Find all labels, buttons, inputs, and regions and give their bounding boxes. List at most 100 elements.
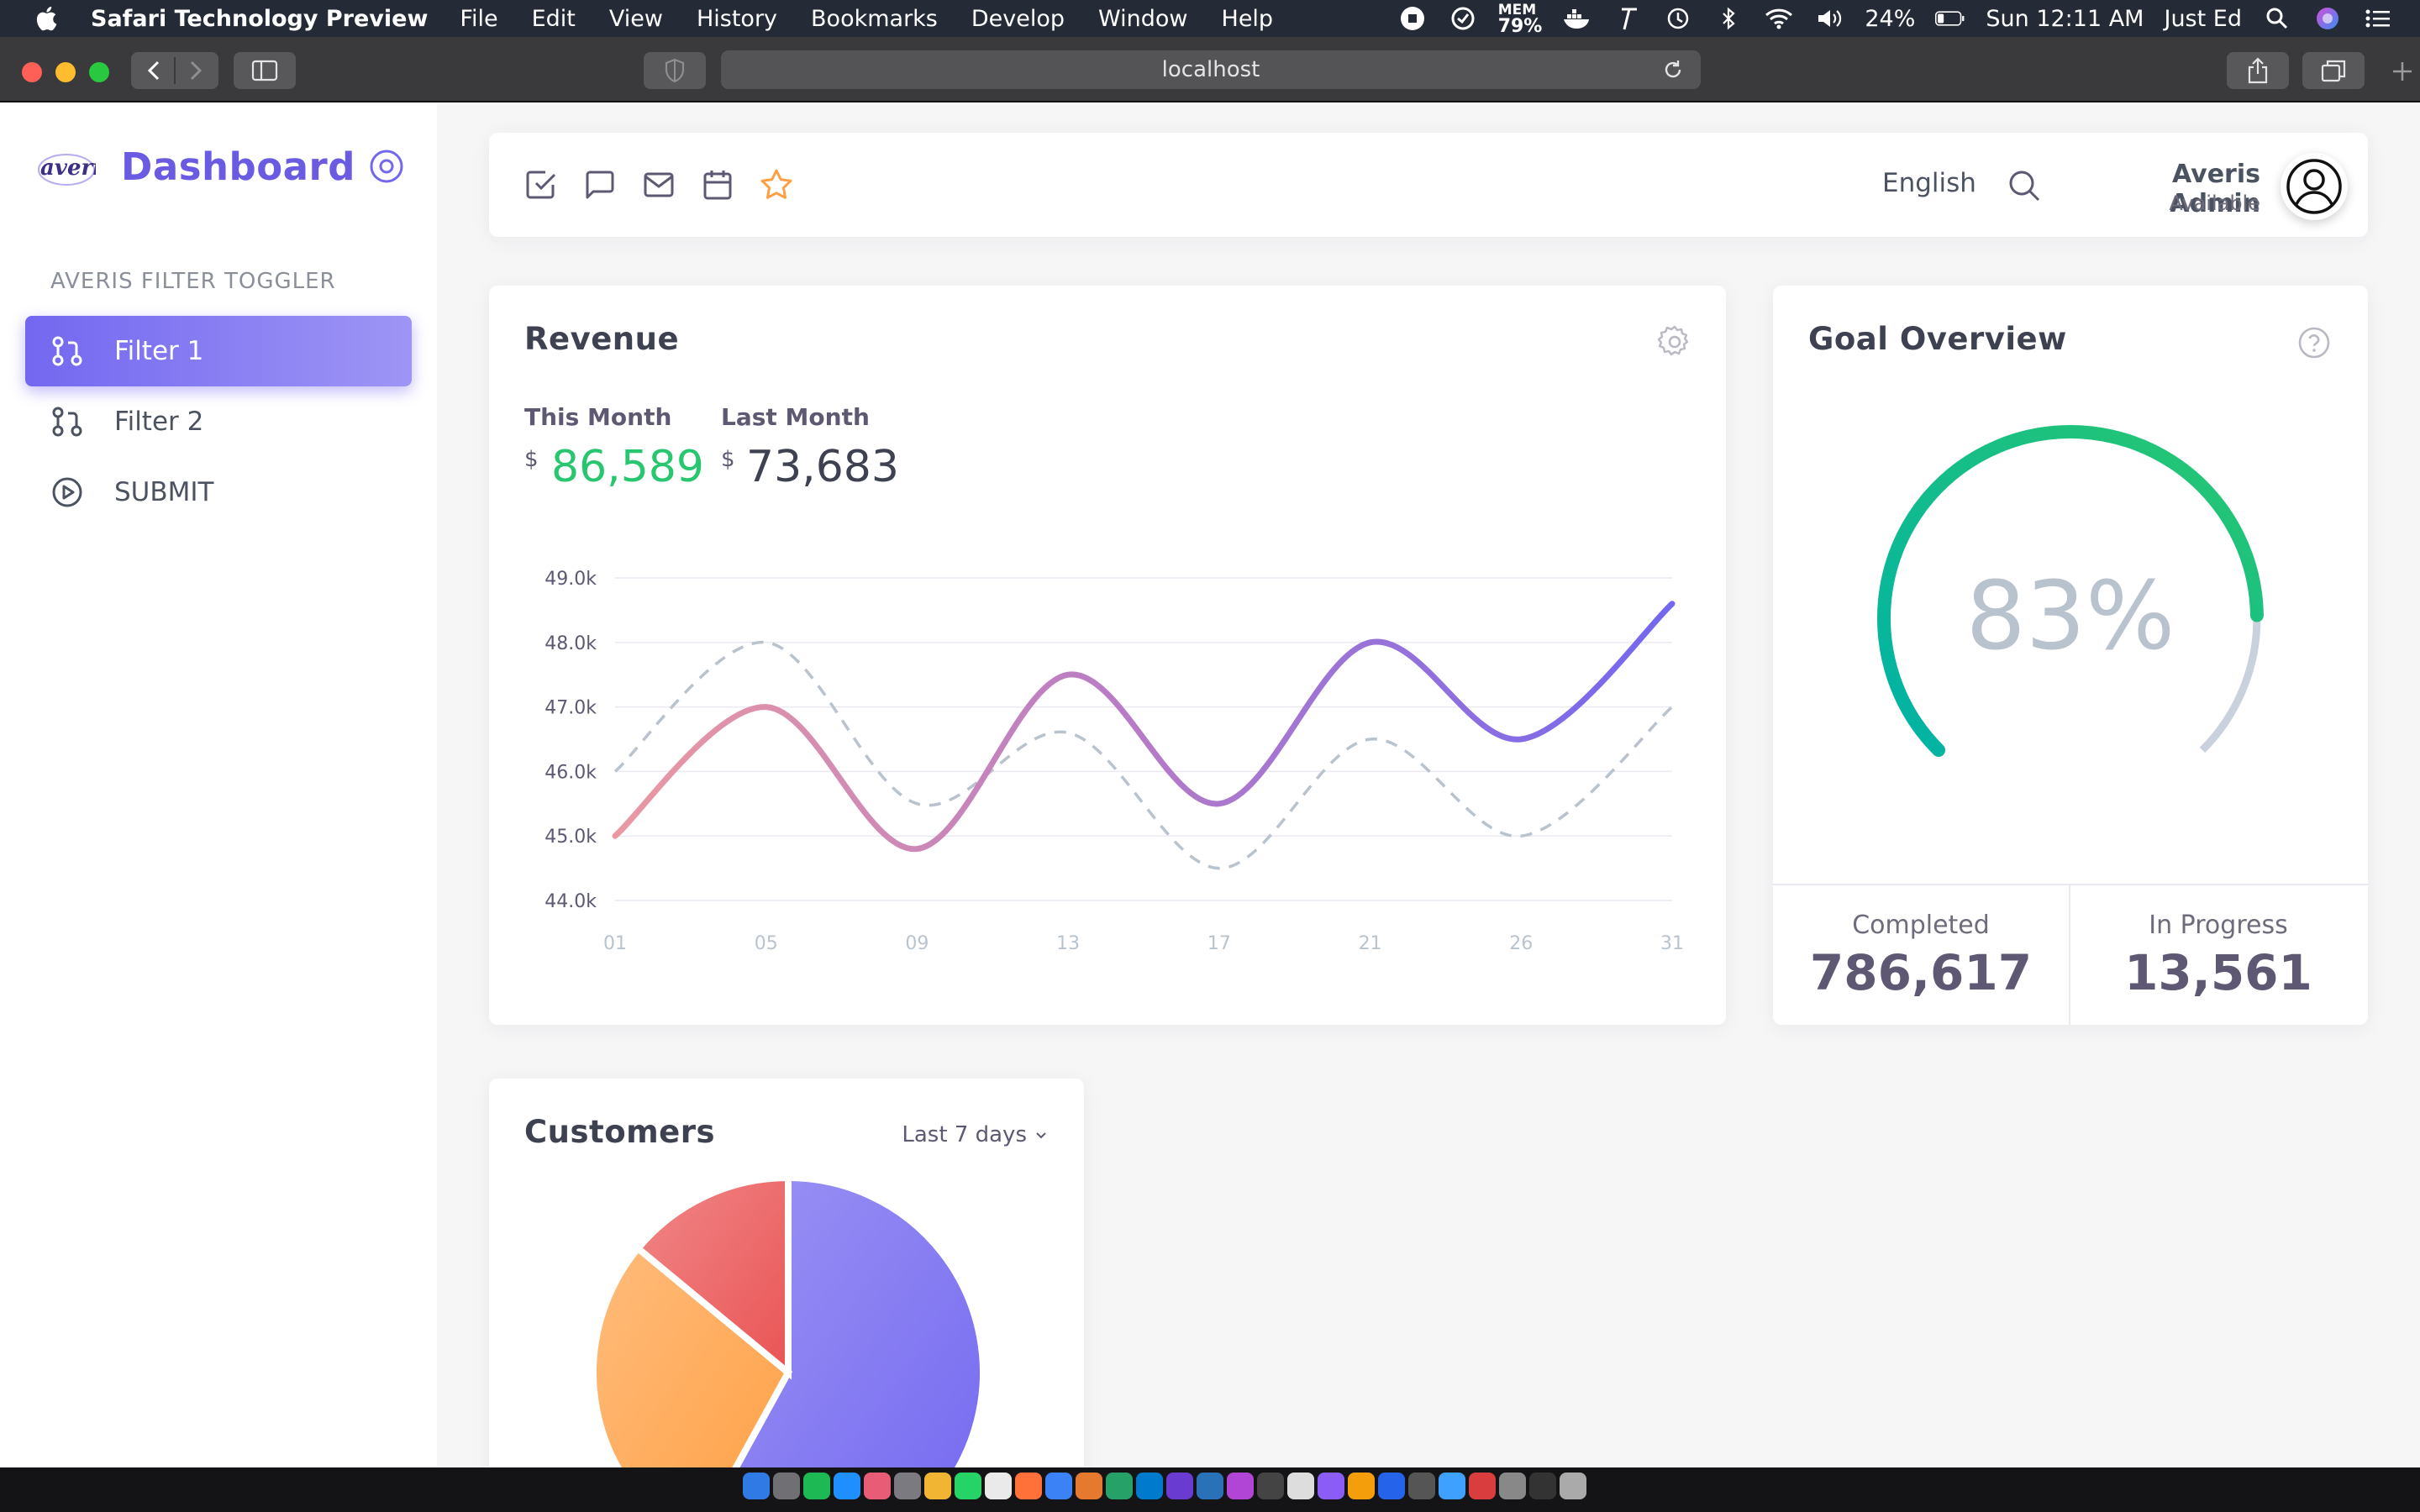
dock-app-icon[interactable]	[773, 1473, 800, 1499]
calendar-icon[interactable]	[701, 168, 734, 202]
bluetooth-icon[interactable]	[1713, 3, 1744, 34]
menu-file[interactable]: File	[460, 6, 497, 32]
x-axis-tick-label: 01	[603, 933, 627, 954]
window-close-button[interactable]	[22, 62, 42, 82]
dock-app-icon[interactable]	[1136, 1473, 1163, 1499]
plus-icon	[2393, 62, 2412, 81]
mail-icon[interactable]	[642, 168, 676, 202]
privacy-report-button[interactable]	[644, 52, 706, 89]
window-minimize-button[interactable]	[55, 62, 76, 82]
wifi-icon[interactable]	[1764, 3, 1794, 34]
spotlight-search-icon[interactable]	[2262, 3, 2292, 34]
apple-icon[interactable]	[34, 4, 62, 33]
show-tabs-button[interactable]	[2302, 52, 2365, 89]
dock-app-icon[interactable]	[1015, 1473, 1042, 1499]
goal-overview-card: 83% Goal Overview Completed 786,617 In P…	[1773, 286, 2368, 1025]
memory-value: 79%	[1497, 16, 1543, 37]
active-app-name[interactable]: Safari Technology Preview	[91, 6, 428, 32]
reload-icon[interactable]	[1660, 57, 1686, 82]
battery-percent[interactable]: 24%	[1865, 6, 1915, 32]
battery-icon[interactable]	[1935, 3, 1965, 34]
dock-app-icon[interactable]	[1469, 1473, 1496, 1499]
user-status: Available	[2169, 192, 2260, 215]
gauge-percent-label: 83%	[1966, 562, 2175, 671]
menu-bookmarks[interactable]: Bookmarks	[811, 6, 938, 32]
menubar-user[interactable]: Just Ed	[2164, 6, 2242, 32]
dock-app-icon[interactable]	[1076, 1473, 1102, 1499]
memory-monitor[interactable]: MEM 79%	[1497, 3, 1543, 37]
settings-gear-icon[interactable]	[1657, 324, 1692, 360]
notification-center-icon[interactable]	[2363, 3, 2393, 34]
help-circle-icon[interactable]	[2297, 326, 2331, 360]
check-square-icon[interactable]	[524, 168, 558, 202]
series-line-last-month	[613, 641, 1674, 870]
sidebar-toggle-button[interactable]	[234, 52, 296, 89]
dock-app-icon[interactable]	[1408, 1473, 1435, 1499]
dock-app-icon[interactable]	[803, 1473, 830, 1499]
dock-app-icon[interactable]	[1378, 1473, 1405, 1499]
menu-edit[interactable]: Edit	[532, 6, 576, 32]
avatar[interactable]	[2281, 153, 2348, 220]
search-icon[interactable]	[2007, 168, 2042, 203]
dock-app-icon[interactable]	[1257, 1473, 1284, 1499]
goal-divider	[1773, 884, 2368, 885]
menu-history[interactable]: History	[697, 6, 777, 32]
period-dropdown-value: Last 7 days	[902, 1122, 1027, 1147]
dock-app-icon[interactable]	[743, 1473, 770, 1499]
share-button[interactable]	[2227, 52, 2289, 89]
dock-app-icon[interactable]	[1499, 1473, 1526, 1499]
dock-app-icon[interactable]	[1227, 1473, 1254, 1499]
language-selector[interactable]: English	[1882, 168, 1976, 198]
dock-app-icon[interactable]	[834, 1473, 860, 1499]
in-progress-label: In Progress	[2149, 911, 2288, 940]
time-machine-icon[interactable]	[1663, 3, 1693, 34]
address-bar[interactable]: localhost	[721, 50, 1701, 89]
menubar-clock[interactable]: Sun 12:11 AM	[1986, 6, 2144, 32]
docker-icon[interactable]	[1562, 3, 1592, 34]
new-tab-button[interactable]	[2385, 52, 2420, 89]
menu-view[interactable]: View	[609, 6, 663, 32]
sidebar-item-submit[interactable]: SUBMIT	[25, 457, 412, 528]
this-month-label: This Month	[524, 403, 672, 431]
brand[interactable]: averis Dashboard	[37, 136, 355, 197]
menu-window[interactable]: Window	[1098, 6, 1187, 32]
play-circle-icon	[52, 477, 82, 507]
dock-app-icon[interactable]	[955, 1473, 981, 1499]
dock-app-icon[interactable]	[1045, 1473, 1072, 1499]
vpn-icon[interactable]	[1448, 3, 1478, 34]
dock-app-icon[interactable]	[1348, 1473, 1375, 1499]
dock-app-icon[interactable]	[1318, 1473, 1344, 1499]
dock-app-icon[interactable]	[1166, 1473, 1193, 1499]
menu-help[interactable]: Help	[1222, 6, 1274, 32]
last-month-value: 73,683	[746, 442, 899, 492]
menu-develop[interactable]: Develop	[971, 6, 1065, 32]
address-bar-url: localhost	[1161, 57, 1260, 82]
sidebar-collapse-toggle-icon[interactable]	[368, 148, 405, 185]
dock-app-icon[interactable]	[1439, 1473, 1465, 1499]
text-expander-icon[interactable]	[1612, 3, 1643, 34]
dock-app-icon[interactable]	[985, 1473, 1012, 1499]
x-axis-tick-label: 26	[1509, 933, 1533, 954]
sidebar-icon	[251, 60, 278, 81]
window-zoom-button[interactable]	[89, 62, 109, 82]
dock-app-icon[interactable]	[924, 1473, 951, 1499]
back-forward-icons[interactable]	[133, 52, 217, 89]
stop-icon[interactable]	[1397, 3, 1428, 34]
dock-app-icon[interactable]	[894, 1473, 921, 1499]
volume-icon[interactable]	[1814, 3, 1844, 34]
this-month-value: 86,589	[551, 442, 704, 492]
siri-icon[interactable]	[2312, 3, 2343, 34]
sidebar-item-filter-1[interactable]: Filter 1	[25, 316, 412, 386]
sidebar-item-filter-2[interactable]: Filter 2	[25, 386, 412, 457]
dock-app-icon[interactable]	[864, 1473, 891, 1499]
dock-app-icon[interactable]	[1106, 1473, 1133, 1499]
star-icon[interactable]	[760, 168, 793, 202]
chevron-down-icon	[1036, 1132, 1046, 1139]
dock-app-icon[interactable]	[1560, 1473, 1586, 1499]
dock-app-icon[interactable]	[1197, 1473, 1223, 1499]
git-pull-request-icon	[52, 407, 82, 437]
dock-app-icon[interactable]	[1287, 1473, 1314, 1499]
dock-app-icon[interactable]	[1529, 1473, 1556, 1499]
message-square-icon[interactable]	[583, 168, 617, 202]
period-dropdown[interactable]: Last 7 days	[902, 1122, 1049, 1147]
